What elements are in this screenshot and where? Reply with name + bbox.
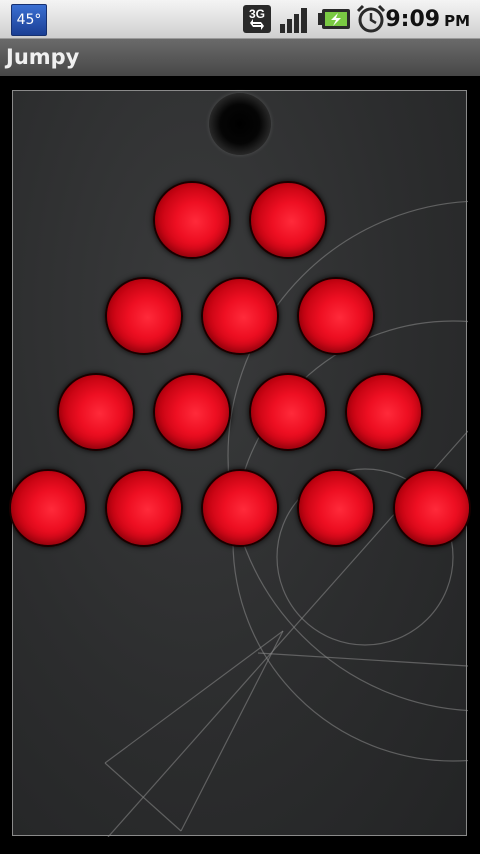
weather-icon: 45° xyxy=(11,4,47,36)
game-board xyxy=(12,90,468,837)
battery-charging-icon xyxy=(318,9,350,29)
red-ball[interactable] xyxy=(57,373,135,451)
board-decoration xyxy=(104,200,468,837)
decor-line-4 xyxy=(180,630,284,832)
app-title-bar: Jumpy xyxy=(0,39,480,76)
red-ball[interactable] xyxy=(105,277,183,355)
alarm-clock-icon xyxy=(356,4,386,33)
red-ball[interactable] xyxy=(105,469,183,547)
decor-line-5 xyxy=(257,652,468,667)
red-ball[interactable] xyxy=(249,373,327,451)
clock-time: 9:09 xyxy=(385,7,441,32)
decor-circle-large xyxy=(227,200,468,712)
red-ball[interactable] xyxy=(153,181,231,259)
status-bar: 45° 3G 9:09 PM xyxy=(0,0,480,39)
clock: 9:09 PM xyxy=(385,6,470,34)
red-ball[interactable] xyxy=(297,469,375,547)
clock-ampm: PM xyxy=(444,12,470,30)
weather-temp: 45° xyxy=(16,12,42,28)
red-ball[interactable] xyxy=(249,181,327,259)
network-type-label: 3G xyxy=(249,7,265,21)
signal-icon xyxy=(280,8,307,33)
red-ball[interactable] xyxy=(345,373,423,451)
red-ball[interactable] xyxy=(393,469,471,547)
red-ball[interactable] xyxy=(201,277,279,355)
red-ball[interactable] xyxy=(153,373,231,451)
red-ball[interactable] xyxy=(9,469,87,547)
red-ball[interactable] xyxy=(297,277,375,355)
empty-hole[interactable] xyxy=(209,93,271,155)
app-title: Jumpy xyxy=(6,45,80,69)
3g-data-icon: 3G xyxy=(243,5,271,33)
red-ball[interactable] xyxy=(201,469,279,547)
decor-line-3 xyxy=(104,762,182,832)
game-area xyxy=(0,76,480,854)
decor-line-2 xyxy=(104,630,284,764)
